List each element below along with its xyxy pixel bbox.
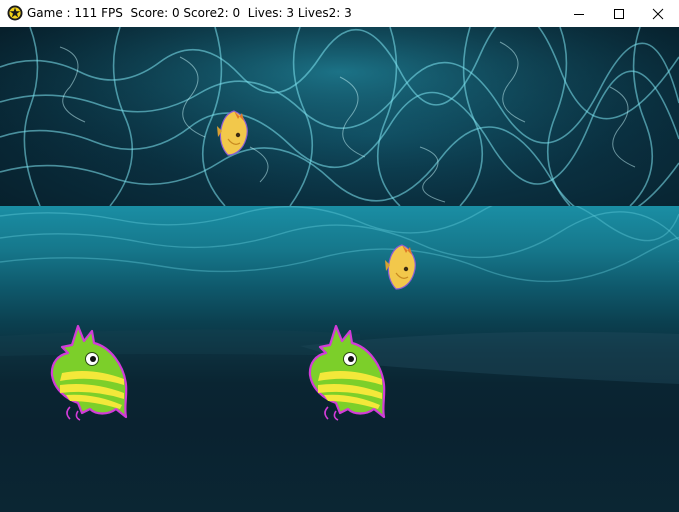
maximize-icon xyxy=(614,8,624,19)
player-1-view xyxy=(0,27,679,206)
title-bar[interactable]: Game : 111 FPS Score: 0 Score2: 0 Lives:… xyxy=(0,0,679,27)
close-icon xyxy=(652,8,664,19)
green-striped-fish xyxy=(308,324,386,421)
window-title: Game : 111 FPS Score: 0 Score2: 0 Lives:… xyxy=(27,6,352,20)
caustics-background xyxy=(0,27,679,206)
player-2-view xyxy=(0,206,679,512)
close-button[interactable] xyxy=(635,0,679,27)
game-window: Game : 111 FPS Score: 0 Score2: 0 Lives:… xyxy=(0,0,679,512)
game-app-icon xyxy=(7,5,23,21)
green-striped-fish xyxy=(50,324,128,421)
yellow-fish xyxy=(385,244,416,290)
yellow-fish xyxy=(217,110,248,156)
game-canvas[interactable] xyxy=(0,27,679,512)
minimize-icon xyxy=(574,13,584,15)
